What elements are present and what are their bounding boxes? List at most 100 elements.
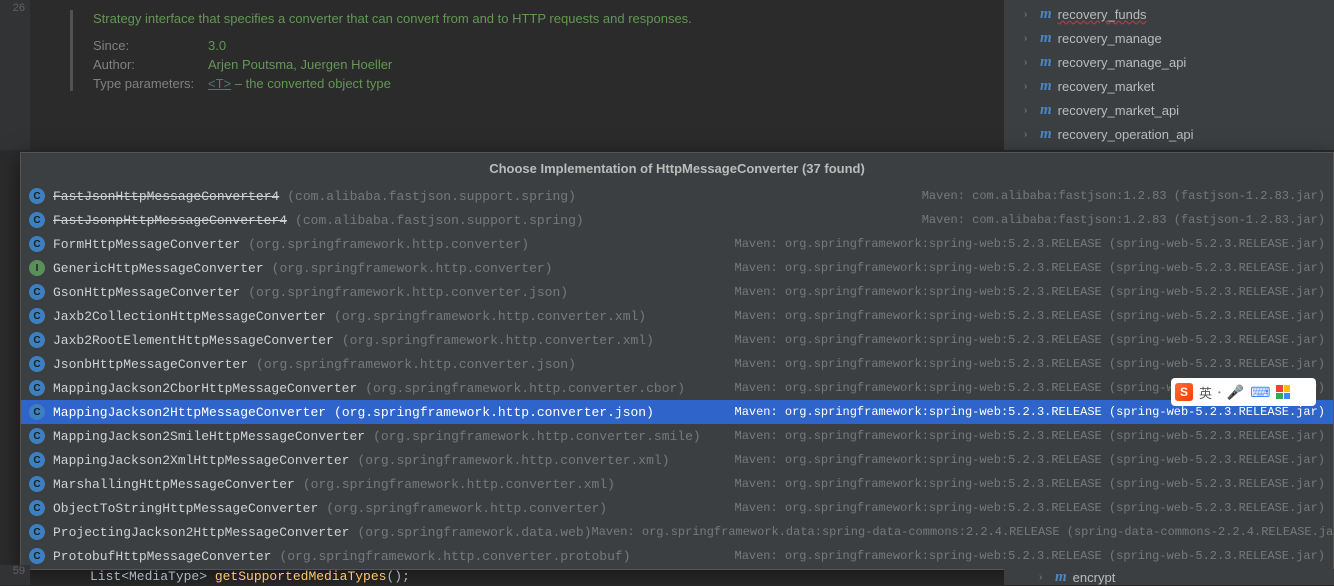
package-name: (org.springframework.http.converter.xml) [303, 477, 615, 492]
class-icon: C [29, 308, 45, 324]
sogou-icon[interactable]: S [1175, 383, 1193, 401]
maven-coordinates: Maven: org.springframework:spring-web:5.… [735, 549, 1326, 563]
chevron-icon: › [1024, 9, 1034, 20]
implementation-row[interactable]: I GenericHttpMessageConverter (org.sprin… [21, 256, 1333, 280]
class-icon: C [29, 428, 45, 444]
ime-separator-icon: • [1218, 388, 1221, 397]
class-name: ProtobufHttpMessageConverter [53, 549, 271, 564]
microphone-icon[interactable]: 🎤 [1227, 384, 1244, 401]
tree-item[interactable]: › m recovery_market_api [1004, 98, 1334, 122]
code-suffix: (); [386, 569, 409, 584]
maven-module-icon: m [1040, 54, 1052, 71]
implementation-row[interactable]: C Jaxb2RootElementHttpMessageConverter (… [21, 328, 1333, 352]
package-name: (org.springframework.http.converter.prot… [279, 549, 630, 564]
maven-coordinates: Maven: org.springframework:spring-web:5.… [735, 261, 1326, 275]
package-name: (org.springframework.http.converter.json… [334, 405, 654, 420]
tree-item[interactable]: ⌄ m recovery_pattern [1004, 146, 1334, 150]
implementation-row[interactable]: C MappingJackson2HttpMessageConverter (o… [21, 400, 1333, 424]
maven-module-icon: m [1040, 150, 1052, 151]
editor-gutter-bottom: 59 [0, 565, 30, 585]
class-icon: C [29, 236, 45, 252]
type-params-label: Type parameters: [93, 76, 208, 91]
line-number: 59 [13, 565, 25, 577]
maven-coordinates: Maven: org.springframework:spring-web:5.… [735, 501, 1326, 515]
tree-item[interactable]: › m recovery_market [1004, 74, 1334, 98]
chevron-icon: › [1024, 105, 1034, 116]
implementation-row[interactable]: C ProtobufHttpMessageConverter (org.spri… [21, 544, 1333, 568]
class-icon: C [29, 452, 45, 468]
tree-item-label: recovery_manage [1058, 31, 1162, 46]
type-param-t: <T> [208, 76, 231, 91]
class-icon: C [29, 476, 45, 492]
author-value: Arjen Poutsma, Juergen Hoeller [208, 57, 392, 72]
javadoc-description: Strategy interface that specifies a conv… [93, 10, 974, 28]
tree-item[interactable]: › m encrypt [1004, 569, 1334, 585]
class-name: GsonHttpMessageConverter [53, 285, 240, 300]
implementation-row[interactable]: C MappingJackson2CborHttpMessageConverte… [21, 376, 1333, 400]
package-name: (org.springframework.http.converter.xml) [342, 333, 654, 348]
class-name: Jaxb2CollectionHttpMessageConverter [53, 309, 326, 324]
implementation-row[interactable]: C FastJsonpHttpMessageConverter4 (com.al… [21, 208, 1333, 232]
implementation-row[interactable]: C FormHttpMessageConverter (org.springfr… [21, 232, 1333, 256]
class-name: ProjectingJackson2HttpMessageConverter [53, 525, 349, 540]
class-name: JsonbHttpMessageConverter [53, 357, 248, 372]
maven-module-icon: m [1040, 30, 1052, 47]
class-name: ObjectToStringHttpMessageConverter [53, 501, 318, 516]
editor-code-line[interactable]: List<MediaType> getSupportedMediaTypes()… [40, 569, 994, 585]
interface-icon: I [29, 260, 45, 276]
maven-coordinates: Maven: com.alibaba:fastjson:1.2.83 (fast… [922, 189, 1325, 203]
implementation-row[interactable]: C Jaxb2CollectionHttpMessageConverter (o… [21, 304, 1333, 328]
implementation-row[interactable]: C FastJsonHttpMessageConverter4 (com.ali… [21, 184, 1333, 208]
implementation-row[interactable]: C MappingJackson2SmileHttpMessageConvert… [21, 424, 1333, 448]
implementation-row[interactable]: C MarshallingHttpMessageConverter (org.s… [21, 472, 1333, 496]
tree-item[interactable]: › m recovery_funds [1004, 2, 1334, 26]
package-name: (org.springframework.http.converter.xml) [334, 309, 646, 324]
class-icon: C [29, 548, 45, 564]
class-icon: C [29, 500, 45, 516]
maven-module-icon: m [1040, 126, 1052, 143]
maven-module-icon: m [1040, 102, 1052, 119]
editor-gutter: 26 [0, 0, 30, 150]
tree-item[interactable]: › m recovery_manage [1004, 26, 1334, 50]
package-name: (com.alibaba.fastjson.support.spring) [295, 213, 584, 228]
maven-coordinates: Maven: org.springframework:spring-web:5.… [735, 453, 1326, 467]
author-label: Author: [93, 57, 208, 72]
tree-item-label: recovery_market [1058, 79, 1155, 94]
class-icon: C [29, 356, 45, 372]
package-name: (org.springframework.data.web) [357, 525, 591, 540]
class-name: MappingJackson2HttpMessageConverter [53, 405, 326, 420]
implementation-row[interactable]: C ProjectingJackson2HttpMessageConverter… [21, 520, 1333, 544]
since-label: Since: [93, 38, 208, 53]
ime-toolbar[interactable]: S 英 • 🎤 ⌨ [1171, 378, 1316, 406]
maven-coordinates: Maven: org.springframework:spring-web:5.… [735, 405, 1326, 419]
package-name: (com.alibaba.fastjson.support.spring) [287, 189, 576, 204]
type-param-desc: – the converted object type [231, 76, 391, 91]
maven-module-icon: m [1040, 6, 1052, 23]
maven-coordinates: Maven: org.springframework:spring-web:5.… [735, 309, 1326, 323]
class-name: MappingJackson2XmlHttpMessageConverter [53, 453, 349, 468]
tree-item-label: recovery_funds [1058, 7, 1147, 22]
project-tree[interactable]: › m recovery_funds › m recovery_manage ›… [1004, 0, 1334, 150]
tree-item[interactable]: › m recovery_operation_api [1004, 122, 1334, 146]
package-name: (org.springframework.http.converter.smil… [373, 429, 701, 444]
tree-item-label: recovery_market_api [1058, 103, 1179, 118]
implementation-row[interactable]: C GsonHttpMessageConverter (org.springfr… [21, 280, 1333, 304]
maven-coordinates: Maven: org.springframework.data:spring-d… [592, 525, 1334, 539]
class-icon: C [29, 212, 45, 228]
class-icon: C [29, 284, 45, 300]
keyboard-icon[interactable]: ⌨ [1250, 384, 1270, 401]
ime-grid-icon[interactable] [1276, 385, 1290, 399]
implementation-row[interactable]: C MappingJackson2XmlHttpMessageConverter… [21, 448, 1333, 472]
maven-module-icon: m [1040, 78, 1052, 95]
class-icon: C [29, 524, 45, 540]
maven-module-icon: m [1055, 569, 1067, 586]
tree-item[interactable]: › m recovery_manage_api [1004, 50, 1334, 74]
choose-implementation-popup: Choose Implementation of HttpMessageConv… [20, 152, 1334, 570]
popup-list[interactable]: C FastJsonHttpMessageConverter4 (com.ali… [21, 184, 1333, 569]
popup-title: Choose Implementation of HttpMessageConv… [21, 153, 1333, 184]
ime-language[interactable]: 英 [1199, 383, 1212, 402]
implementation-row[interactable]: C ObjectToStringHttpMessageConverter (or… [21, 496, 1333, 520]
class-name: GenericHttpMessageConverter [53, 261, 264, 276]
implementation-row[interactable]: C JsonbHttpMessageConverter (org.springf… [21, 352, 1333, 376]
class-name: FormHttpMessageConverter [53, 237, 240, 252]
